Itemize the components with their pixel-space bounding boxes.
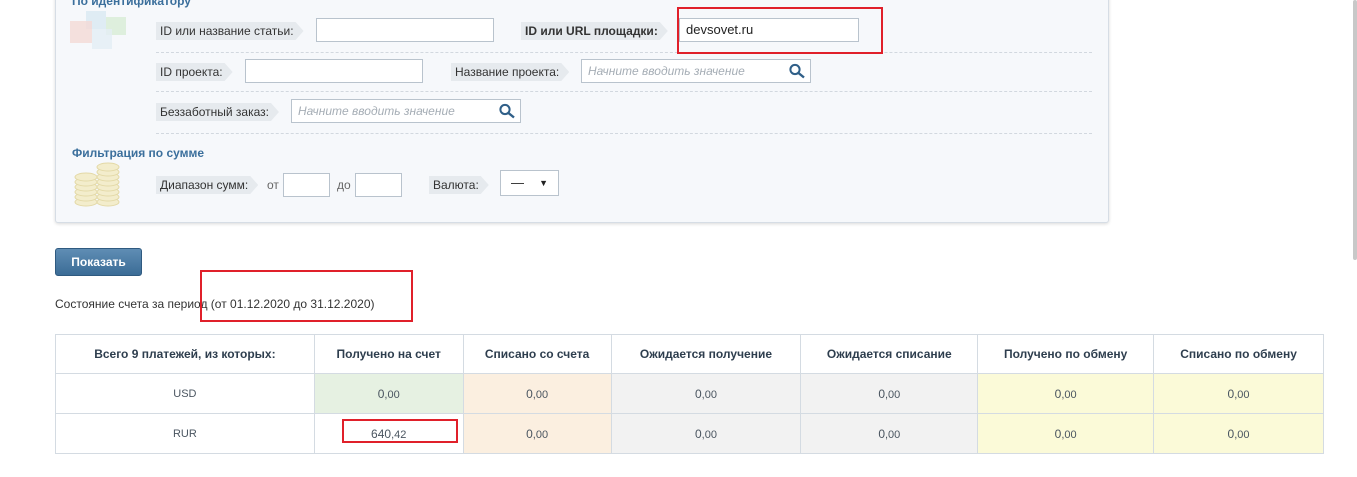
dropdown-arrow-icon: ▼ [539,178,548,188]
divider [156,91,1092,92]
search-icon[interactable] [788,63,806,79]
amount-dec: ,00 [1061,428,1077,441]
highlight-box [677,7,883,54]
table-row: USD 0,00 0,00 0,00 0,00 0,00 0,00 [55,373,1324,414]
highlight-box [342,419,458,443]
project-id-label: ID проекта: [156,63,233,81]
page-scrollbar[interactable] [1353,0,1357,260]
id-section-title: По идентификатору [72,0,191,8]
table-row: RUR 640,42 0,00 0,00 0,00 0,00 0,00 [55,413,1324,454]
column-header: Ожидается получение [610,334,802,374]
amount-int: 0 [878,426,885,441]
expected-in-cell: 0,00 [610,373,802,414]
filter-panel: По идентификатору ID или название статьи… [55,0,1109,223]
project-name-placeholder: Начните вводить значение [588,64,745,78]
amount-dec: ,00 [885,388,901,401]
expected-in-cell: 0,00 [610,413,802,454]
project-name-label: Название проекта: [451,63,569,81]
sum-from-input[interactable] [283,173,330,197]
project-id-input[interactable] [245,59,423,83]
column-header: Списано со счета [462,334,612,374]
search-icon[interactable] [498,103,516,119]
article-input[interactable] [316,18,494,42]
to-label: до [337,178,351,192]
carefree-label: Беззаботный заказ: [156,103,279,121]
divider [156,52,1092,53]
cubes-icon [70,11,126,49]
column-header: Списано по обмену [1153,334,1324,374]
amount-dec: ,00 [701,388,717,401]
received-cell: 0,00 [313,373,464,414]
amount-int: 0 [694,386,702,401]
exchange-in-cell: 0,00 [977,373,1155,414]
currency-select-value: — [511,175,524,190]
coins-icon [74,162,120,207]
amount-int: 0 [694,426,702,441]
amount-dec: ,00 [1234,428,1250,441]
amount-int: 0 [526,386,533,401]
currency-cell: USD [55,373,315,414]
currency-label: Валюта: [429,176,489,194]
carefree-input[interactable]: Начните вводить значение [291,99,521,123]
amount-dec: ,00 [885,428,901,441]
currency-select[interactable]: — ▼ [500,170,559,196]
show-button[interactable]: Показать [55,248,142,276]
article-label: ID или название статьи: [156,22,304,40]
exchange-in-cell: 0,00 [977,413,1155,454]
amount-dec: ,00 [1234,388,1250,401]
period-prefix: Состояние счета за период [55,297,208,311]
from-label: от [267,178,279,192]
amount-dec: ,00 [532,428,549,441]
exchange-out-cell: 0,00 [1153,373,1324,414]
range-label: Диапазон сумм: [156,176,258,194]
divider [156,133,1092,134]
site-label: ID или URL площадки: [521,22,668,40]
currency-cell: RUR [55,413,315,454]
column-header: Получено на счет [313,334,464,374]
highlight-box [200,270,413,322]
amount-int: 0 [526,426,533,441]
expected-out-cell: 0,00 [800,373,979,414]
project-name-input[interactable]: Начните вводить значение [581,59,811,83]
written-off-cell: 0,00 [462,373,612,414]
written-off-cell: 0,00 [462,413,612,454]
sum-to-input[interactable] [355,173,402,197]
amount-dec: ,00 [1061,388,1077,401]
expected-out-cell: 0,00 [800,413,979,454]
column-header: Ожидается списание [800,334,979,374]
exchange-out-cell: 0,00 [1153,413,1324,454]
amount-int: 0 [878,386,885,401]
account-summary-table: Всего 9 платежей, из которых: Получено н… [55,334,1324,454]
amount-dec: ,00 [532,388,549,401]
amount-dec: ,00 [384,388,400,401]
amount-dec: ,00 [701,428,717,441]
table-header-row: Всего 9 платежей, из которых: Получено н… [55,334,1324,374]
column-header: Получено по обмену [977,334,1155,374]
column-header: Всего 9 платежей, из которых: [55,334,315,374]
carefree-placeholder: Начните вводить значение [298,104,455,118]
